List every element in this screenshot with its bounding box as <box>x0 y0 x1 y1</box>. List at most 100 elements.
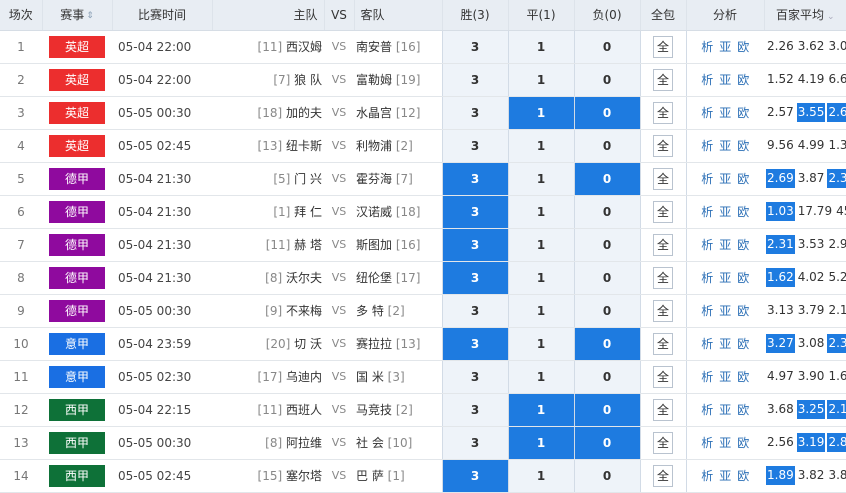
league-badge[interactable]: 英超 <box>49 101 105 124</box>
euro-odds-link[interactable]: 欧 <box>737 139 749 153</box>
select-all-button[interactable]: 全 <box>653 134 673 157</box>
pick-win[interactable]: 3 <box>441 162 508 196</box>
away-team-cell[interactable]: 霍芬海 [7] <box>354 162 442 196</box>
asian-odds-link[interactable]: 亚 <box>719 337 731 351</box>
header-avg-odds[interactable]: 百家平均 ⌄ <box>764 0 846 31</box>
away-team-cell[interactable]: 社 会 [10] <box>354 426 442 460</box>
pick-win[interactable]: 3 <box>441 96 508 130</box>
pick-win[interactable]: 3 <box>441 393 508 427</box>
pick-lose[interactable]: 0 <box>573 30 640 64</box>
select-all-button[interactable]: 全 <box>653 365 673 388</box>
euro-odds-link[interactable]: 欧 <box>737 337 749 351</box>
away-team-cell[interactable]: 利物浦 [2] <box>354 129 442 163</box>
pick-draw[interactable]: 1 <box>507 195 574 229</box>
pick-lose[interactable]: 0 <box>573 63 640 97</box>
pick-win[interactable]: 3 <box>441 63 508 97</box>
pick-lose[interactable]: 0 <box>573 360 640 394</box>
analysis-link[interactable]: 析 <box>701 205 713 219</box>
pick-lose[interactable]: 0 <box>573 294 640 328</box>
away-team-cell[interactable]: 斯图加 [16] <box>354 228 442 262</box>
pick-draw[interactable]: 1 <box>507 393 574 427</box>
pick-lose[interactable]: 0 <box>573 129 640 163</box>
home-team-cell[interactable]: [9] 不来梅 <box>212 294 324 328</box>
euro-odds-link[interactable]: 欧 <box>737 106 749 120</box>
home-team-cell[interactable]: [8] 阿拉维 <box>212 426 324 460</box>
analysis-link[interactable]: 析 <box>701 172 713 186</box>
euro-odds-link[interactable]: 欧 <box>737 172 749 186</box>
select-all-button[interactable]: 全 <box>653 233 673 256</box>
pick-draw[interactable]: 1 <box>507 129 574 163</box>
asian-odds-link[interactable]: 亚 <box>719 370 731 384</box>
pick-win[interactable]: 3 <box>441 261 508 295</box>
pick-lose[interactable]: 0 <box>573 96 640 130</box>
league-badge[interactable]: 英超 <box>49 134 105 157</box>
asian-odds-link[interactable]: 亚 <box>719 106 731 120</box>
euro-odds-link[interactable]: 欧 <box>737 238 749 252</box>
euro-odds-link[interactable]: 欧 <box>737 469 749 483</box>
home-team-cell[interactable]: [11] 西班人 <box>212 393 324 427</box>
away-team-cell[interactable]: 马竞技 [2] <box>354 393 442 427</box>
euro-odds-link[interactable]: 欧 <box>737 73 749 87</box>
pick-lose[interactable]: 0 <box>573 162 640 196</box>
pick-win[interactable]: 3 <box>441 426 508 460</box>
select-all-button[interactable]: 全 <box>653 266 673 289</box>
pick-win[interactable]: 3 <box>441 228 508 262</box>
analysis-link[interactable]: 析 <box>701 436 713 450</box>
league-badge[interactable]: 英超 <box>49 68 105 91</box>
pick-draw[interactable]: 1 <box>507 426 574 460</box>
analysis-link[interactable]: 析 <box>701 304 713 318</box>
select-all-button[interactable]: 全 <box>653 101 673 124</box>
home-team-cell[interactable]: [8] 沃尔夫 <box>212 261 324 295</box>
league-badge[interactable]: 西甲 <box>49 464 105 487</box>
analysis-link[interactable]: 析 <box>701 73 713 87</box>
home-team-cell[interactable]: [5] 门 兴 <box>212 162 324 196</box>
select-all-button[interactable]: 全 <box>653 68 673 91</box>
pick-win[interactable]: 3 <box>441 30 508 64</box>
away-team-cell[interactable]: 南安普 [16] <box>354 30 442 64</box>
home-team-cell[interactable]: [11] 西汉姆 <box>212 30 324 64</box>
pick-draw[interactable]: 1 <box>507 261 574 295</box>
pick-win[interactable]: 3 <box>441 195 508 229</box>
analysis-link[interactable]: 析 <box>701 370 713 384</box>
home-team-cell[interactable]: [1] 拜 仁 <box>212 195 324 229</box>
analysis-link[interactable]: 析 <box>701 238 713 252</box>
pick-lose[interactable]: 0 <box>573 459 640 493</box>
pick-draw[interactable]: 1 <box>507 294 574 328</box>
pick-draw[interactable]: 1 <box>507 360 574 394</box>
league-badge[interactable]: 德甲 <box>49 266 105 289</box>
asian-odds-link[interactable]: 亚 <box>719 73 731 87</box>
pick-draw[interactable]: 1 <box>507 162 574 196</box>
pick-draw[interactable]: 1 <box>507 228 574 262</box>
home-team-cell[interactable]: [13] 纽卡斯 <box>212 129 324 163</box>
select-all-button[interactable]: 全 <box>653 200 673 223</box>
pick-lose[interactable]: 0 <box>573 393 640 427</box>
league-badge[interactable]: 意甲 <box>49 365 105 388</box>
select-all-button[interactable]: 全 <box>653 35 673 58</box>
away-team-cell[interactable]: 水晶宫 [12] <box>354 96 442 130</box>
analysis-link[interactable]: 析 <box>701 106 713 120</box>
asian-odds-link[interactable]: 亚 <box>719 172 731 186</box>
select-all-button[interactable]: 全 <box>653 398 673 421</box>
asian-odds-link[interactable]: 亚 <box>719 271 731 285</box>
league-badge[interactable]: 德甲 <box>49 299 105 322</box>
euro-odds-link[interactable]: 欧 <box>737 403 749 417</box>
league-badge[interactable]: 德甲 <box>49 233 105 256</box>
away-team-cell[interactable]: 纽伦堡 [17] <box>354 261 442 295</box>
league-badge[interactable]: 德甲 <box>49 167 105 190</box>
select-all-button[interactable]: 全 <box>653 464 673 487</box>
pick-win[interactable]: 3 <box>441 459 508 493</box>
away-team-cell[interactable]: 汉诺威 [18] <box>354 195 442 229</box>
select-all-button[interactable]: 全 <box>653 299 673 322</box>
analysis-link[interactable]: 析 <box>701 139 713 153</box>
pick-lose[interactable]: 0 <box>573 261 640 295</box>
pick-win[interactable]: 3 <box>441 360 508 394</box>
league-badge[interactable]: 德甲 <box>49 200 105 223</box>
asian-odds-link[interactable]: 亚 <box>719 205 731 219</box>
analysis-link[interactable]: 析 <box>701 403 713 417</box>
league-badge[interactable]: 西甲 <box>49 431 105 454</box>
analysis-link[interactable]: 析 <box>701 40 713 54</box>
pick-win[interactable]: 3 <box>441 327 508 361</box>
select-all-button[interactable]: 全 <box>653 332 673 355</box>
away-team-cell[interactable]: 巴 萨 [1] <box>354 459 442 493</box>
league-badge[interactable]: 英超 <box>49 35 105 58</box>
